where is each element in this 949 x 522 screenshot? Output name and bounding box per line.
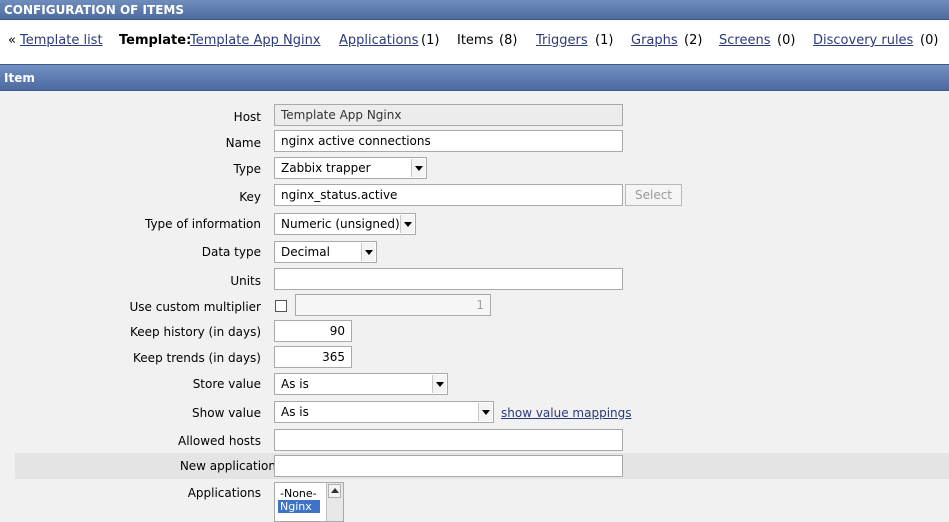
show-value-select[interactable]: As is (274, 401, 494, 423)
allowed-hosts-input[interactable] (274, 429, 623, 451)
scroll-up-icon[interactable] (328, 484, 341, 498)
store-value-row: Store value As is (0, 373, 949, 399)
screens-link[interactable]: Screens (719, 30, 770, 52)
chevron-down-icon (432, 375, 446, 393)
key-label: Key (239, 190, 261, 204)
item-form: Host Template App Nginx Name nginx activ… (0, 91, 949, 522)
custom-multiplier-row: Use custom multiplier 1 (0, 294, 949, 320)
units-label: Units (230, 274, 261, 288)
discovery-rules-count: (0) (920, 33, 939, 48)
chevron-down-icon (400, 215, 414, 233)
units-input[interactable] (274, 268, 623, 290)
type-label: Type (233, 162, 261, 176)
template-label: Template: (119, 33, 192, 48)
name-row: Name nginx active connections (0, 130, 949, 156)
key-select-button[interactable]: Select (625, 184, 682, 206)
units-row: Units (0, 268, 949, 294)
listbox-scrollbar[interactable] (326, 483, 343, 521)
type-row: Type Zabbix trapper (0, 157, 949, 183)
custom-multiplier-checkbox[interactable] (275, 300, 287, 312)
new-application-input[interactable] (274, 455, 623, 477)
new-application-label: New application (179, 459, 276, 473)
graphs-link[interactable]: Graphs (631, 30, 678, 52)
discovery-rules-link[interactable]: Discovery rules (813, 30, 913, 52)
back-marker: « (8, 33, 16, 48)
show-value-mappings-link[interactable]: show value mappings (501, 406, 632, 420)
keep-history-label: Keep history (in days) (130, 325, 261, 339)
template-name-link[interactable]: Template App Nginx (190, 30, 321, 52)
chevron-down-icon (411, 159, 425, 177)
custom-multiplier-input[interactable]: 1 (295, 294, 491, 316)
new-application-row: New application (15, 453, 949, 479)
breadcrumb-nav: « Template list Template: Template App N… (0, 30, 949, 52)
show-value-value: As is (281, 405, 309, 419)
data-type-row: Data type Decimal (0, 241, 949, 267)
host-row: Host Template App Nginx (0, 104, 949, 130)
custom-multiplier-label: Use custom multiplier (129, 300, 261, 314)
graphs-count: (2) (684, 33, 703, 48)
store-value-select[interactable]: As is (274, 373, 448, 395)
items-count: (8) (499, 33, 518, 48)
store-value-value: As is (281, 377, 309, 391)
type-of-information-value: Numeric (unsigned) (281, 217, 400, 231)
key-row: Key nginx_status.active Select (0, 184, 949, 210)
section-header: Item (0, 64, 949, 91)
list-item[interactable]: -None- (278, 487, 319, 500)
store-value-label: Store value (192, 377, 261, 391)
type-of-information-row: Type of information Numeric (unsigned) (0, 213, 949, 239)
name-label: Name (225, 136, 261, 150)
name-input[interactable]: nginx active connections (274, 130, 623, 152)
show-value-row: Show value As is show value mappings (0, 401, 949, 427)
data-type-select[interactable]: Decimal (274, 241, 377, 263)
keep-trends-input[interactable]: 365 (274, 346, 352, 368)
applications-row: Applications -None- Nginx (0, 482, 949, 522)
data-type-value: Decimal (281, 245, 330, 259)
key-input[interactable]: nginx_status.active (274, 184, 623, 206)
triggers-link[interactable]: Triggers (536, 30, 588, 52)
screens-count: (0) (777, 33, 796, 48)
host-label: Host (233, 110, 261, 124)
applications-link[interactable]: Applications (339, 30, 418, 52)
host-field: Template App Nginx (274, 104, 623, 126)
template-list-link[interactable]: Template list (20, 30, 103, 52)
items-tab-current: Items (457, 33, 494, 48)
keep-history-row: Keep history (in days) 90 (0, 320, 949, 346)
type-select[interactable]: Zabbix trapper (274, 157, 427, 179)
applications-count: (1) (421, 33, 440, 48)
list-item[interactable]: Nginx (278, 500, 320, 513)
keep-trends-label: Keep trends (in days) (133, 351, 261, 365)
chevron-down-icon (478, 403, 492, 421)
allowed-hosts-label: Allowed hosts (177, 434, 261, 448)
type-select-value: Zabbix trapper (281, 161, 371, 175)
type-of-information-select[interactable]: Numeric (unsigned) (274, 213, 416, 235)
keep-history-input[interactable]: 90 (274, 320, 352, 342)
chevron-down-icon (361, 243, 375, 261)
page-title: CONFIGURATION OF ITEMS (0, 0, 949, 20)
type-of-information-label: Type of information (144, 217, 261, 231)
allowed-hosts-row: Allowed hosts (0, 429, 949, 455)
applications-listbox[interactable]: -None- Nginx (274, 482, 344, 522)
triggers-count: (1) (595, 33, 614, 48)
data-type-label: Data type (201, 245, 261, 259)
show-value-label: Show value (192, 406, 261, 420)
keep-trends-row: Keep trends (in days) 365 (0, 346, 949, 372)
applications-label: Applications (187, 486, 261, 500)
